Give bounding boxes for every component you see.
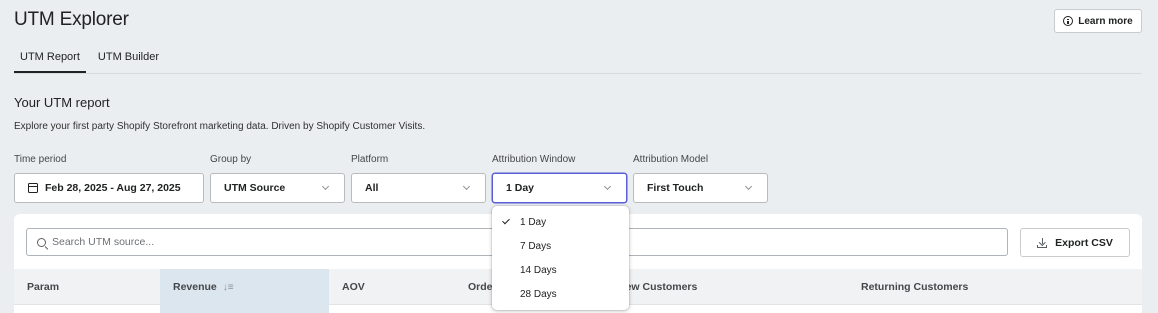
tab-utm-builder[interactable]: UTM Builder xyxy=(92,43,165,73)
chevron-down-icon xyxy=(603,182,612,191)
tab-bar: UTM Report UTM Builder xyxy=(14,43,1142,74)
group-by-value: UTM Source xyxy=(224,182,286,194)
chevron-down-icon xyxy=(462,182,471,191)
info-icon xyxy=(1063,16,1074,26)
attribution-window-select[interactable]: 1 Day xyxy=(492,173,627,203)
tab-utm-report[interactable]: UTM Report xyxy=(14,43,86,73)
export-csv-label: Export CSV xyxy=(1055,236,1113,249)
page-title: UTM Explorer xyxy=(14,9,129,30)
sort-descending-icon: ↓≡ xyxy=(222,281,234,293)
platform-value: All xyxy=(365,182,379,194)
dropdown-option-14-days[interactable]: 14 Days xyxy=(492,258,629,282)
dropdown-option-28-days[interactable]: 28 Days xyxy=(492,282,629,306)
dropdown-option-1-day[interactable]: 1 Day xyxy=(492,210,629,234)
time-period-select[interactable]: Feb 28, 2025 - Aug 27, 2025 xyxy=(14,173,204,203)
column-header-returning-customers[interactable]: Returning Customers xyxy=(848,269,1098,313)
chevron-down-icon xyxy=(744,182,753,191)
group-by-select[interactable]: UTM Source xyxy=(210,173,345,203)
platform-select[interactable]: All xyxy=(351,173,486,203)
attribution-window-value: 1 Day xyxy=(506,182,535,194)
attribution-model-select[interactable]: First Touch xyxy=(633,173,768,203)
platform-label: Platform xyxy=(351,154,389,165)
checkmark-icon xyxy=(502,216,510,225)
attribution-window-dropdown: 1 Day 7 Days 14 Days 28 Days xyxy=(492,206,629,310)
column-header-param[interactable]: Param xyxy=(14,269,160,313)
attribution-window-label: Attribution Window xyxy=(492,154,576,165)
column-header-revenue[interactable]: Revenue ↓≡ xyxy=(160,269,329,313)
column-header-aov[interactable]: AOV xyxy=(329,269,455,313)
attribution-model-label: Attribution Model xyxy=(633,154,709,165)
group-by-label: Group by xyxy=(210,154,252,165)
calendar-icon xyxy=(28,183,38,193)
download-icon xyxy=(1037,237,1048,248)
time-period-label: Time period xyxy=(14,154,67,165)
attribution-model-value: First Touch xyxy=(647,182,704,194)
export-csv-button[interactable]: Export CSV xyxy=(1020,228,1130,257)
chevron-down-icon xyxy=(321,182,330,191)
report-heading: Your UTM report xyxy=(14,95,110,110)
report-description: Explore your first party Shopify Storefr… xyxy=(14,121,426,132)
dropdown-option-7-days[interactable]: 7 Days xyxy=(492,234,629,258)
time-period-value: Feb 28, 2025 - Aug 27, 2025 xyxy=(45,182,181,194)
search-icon xyxy=(37,237,46,247)
learn-more-label: Learn more xyxy=(1078,15,1133,27)
column-header-new-customers[interactable]: New Customers xyxy=(605,269,848,313)
learn-more-button[interactable]: Learn more xyxy=(1054,9,1142,33)
